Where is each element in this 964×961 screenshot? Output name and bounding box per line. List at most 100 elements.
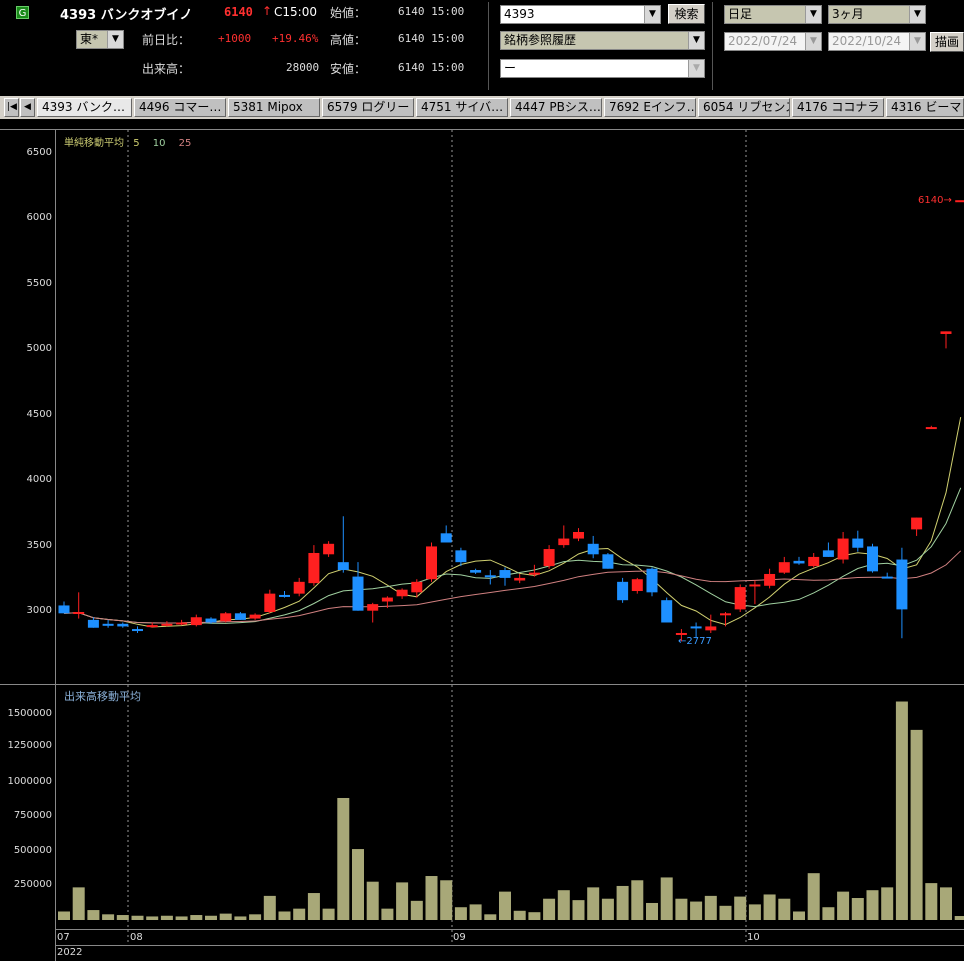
volume-bar [704, 895, 717, 920]
candle-down [234, 613, 246, 620]
volume-bar [822, 907, 835, 920]
volume-bar [58, 911, 70, 920]
volume-bar [352, 849, 364, 920]
candle-up [396, 589, 408, 597]
candle-up [734, 587, 746, 610]
volume-bar [425, 876, 438, 920]
volume-bar [454, 907, 467, 920]
candle-down [352, 576, 364, 611]
candle-down [440, 533, 452, 543]
candle-up [528, 572, 540, 575]
candle-up [631, 579, 643, 592]
candle-up [73, 612, 85, 614]
candle-down [822, 550, 834, 557]
candle-down [690, 626, 702, 629]
volume-bar [557, 890, 570, 920]
sma-5-line [63, 417, 962, 628]
candle-up [925, 427, 937, 430]
volume-bar [734, 896, 747, 920]
candle-up [720, 613, 731, 616]
candle-up [249, 614, 261, 619]
price-volume-chart[interactable] [0, 0, 964, 961]
candle-up [543, 549, 555, 567]
candle-up [190, 617, 202, 626]
volume-bar [102, 914, 115, 920]
volume-bar [719, 905, 732, 920]
volume-bar [278, 911, 291, 920]
volume-bar [910, 729, 923, 920]
volume-bar [793, 911, 805, 920]
volume-bar [146, 916, 159, 920]
volume-bar [807, 873, 820, 920]
candle-up [220, 613, 232, 622]
volume-bar [954, 916, 964, 920]
volume-bar [160, 915, 173, 920]
volume-bar [895, 701, 908, 920]
volume-bar [72, 887, 85, 920]
candle-down [602, 554, 614, 569]
candle-up [675, 632, 687, 635]
candle-up [161, 623, 173, 626]
volume-bar [440, 880, 453, 920]
candle-down [867, 546, 878, 572]
candle-up [176, 622, 188, 625]
volume-bar [675, 898, 688, 920]
candle-up [573, 532, 584, 539]
candle-down [661, 600, 673, 623]
candle-up [308, 552, 320, 584]
candle-down [587, 543, 599, 555]
volume-bar [778, 898, 791, 920]
candle-down [470, 570, 482, 573]
candle-up [514, 577, 526, 581]
candle-up [411, 581, 423, 593]
volume-bar [851, 898, 864, 920]
candle-up [426, 546, 437, 580]
volume-bar [175, 916, 188, 920]
candle-up [323, 543, 335, 555]
volume-bar [866, 890, 879, 920]
volume-bar [337, 797, 350, 920]
candle-up [381, 597, 393, 602]
candle-down [852, 538, 864, 548]
candle-up [558, 538, 570, 546]
volume-bar [660, 877, 673, 920]
volume-bar [219, 913, 232, 920]
volume-bar [601, 898, 614, 920]
volume-bar [543, 898, 556, 920]
candle-down [117, 623, 129, 627]
candle-down [499, 570, 511, 578]
volume-bar [748, 904, 761, 920]
volume-bar [587, 887, 600, 920]
volume-bar [469, 904, 482, 920]
volume-bar [881, 887, 894, 920]
volume-bar [234, 916, 247, 920]
volume-bar [190, 915, 203, 920]
volume-bar [499, 891, 511, 920]
candle-down [881, 576, 893, 579]
candle-down [87, 619, 99, 628]
volume-bar [396, 882, 409, 920]
volume-bar [616, 885, 629, 920]
volume-bar [690, 901, 703, 920]
volume-bar [307, 893, 320, 920]
candle-up [293, 581, 305, 594]
volume-bar [528, 912, 541, 920]
volume-bar [293, 908, 306, 920]
candle-up [940, 331, 952, 334]
candle-down [896, 559, 908, 610]
volume-bar [631, 880, 644, 920]
volume-bar [940, 887, 952, 920]
candle-up [778, 562, 790, 573]
volume-bar [513, 910, 526, 920]
candle-up [705, 626, 717, 631]
volume-bar [263, 895, 276, 920]
candle-up [749, 584, 761, 587]
candle-up [367, 604, 379, 611]
volume-bar [572, 900, 585, 920]
volume-bar [925, 883, 938, 920]
volume-bar [410, 900, 423, 920]
volume-bar [322, 908, 335, 920]
candle-up [911, 517, 923, 530]
volume-bar [116, 915, 129, 920]
volume-bar [249, 914, 262, 920]
